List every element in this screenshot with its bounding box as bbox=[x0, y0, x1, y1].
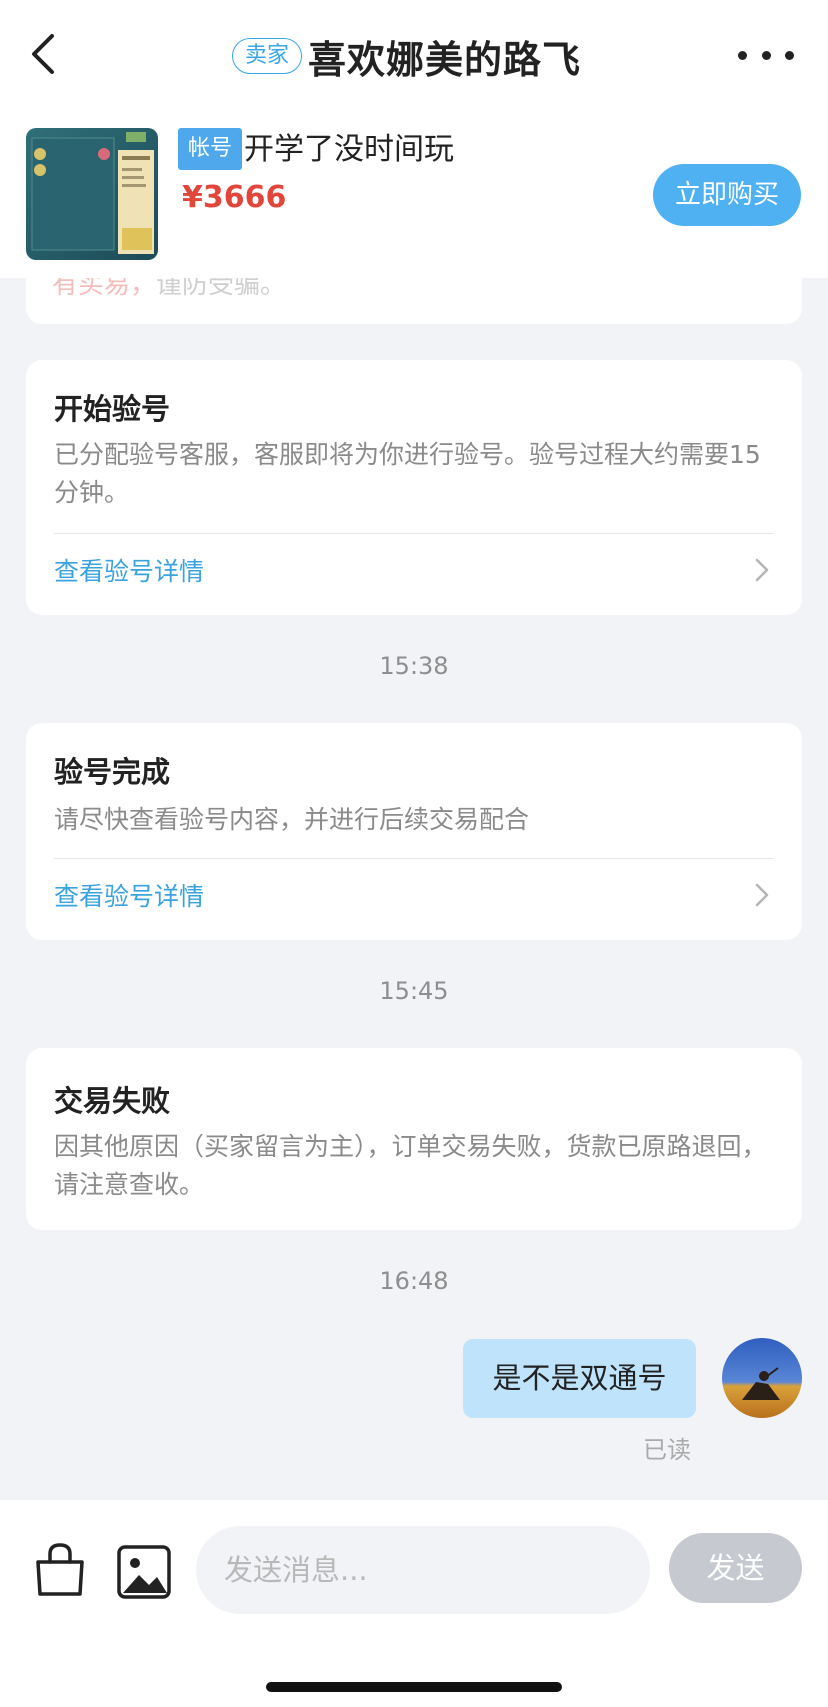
view-check-details-link[interactable]: 查看验号详情 bbox=[54, 552, 204, 588]
product-price: ¥3666 bbox=[182, 180, 287, 215]
message-timestamp: 15:45 bbox=[379, 977, 449, 1005]
card-title: 交易失败 bbox=[54, 1084, 171, 1118]
message-input[interactable] bbox=[196, 1526, 650, 1614]
product-bar[interactable]: 帐号 开学了没时间玩 ¥3666 立即购买 bbox=[0, 110, 828, 278]
message-card: 交易失败 因其他原因（买家留言为主），订单交易失败，货款已原路退回，请注意查收。 bbox=[26, 1048, 802, 1230]
seller-badge: 卖家 bbox=[232, 38, 303, 74]
avatar[interactable] bbox=[722, 1338, 802, 1418]
product-title: 开学了没时间玩 bbox=[244, 132, 454, 167]
read-status: 已读 bbox=[643, 1436, 691, 1464]
chat-header: 卖家 喜欢娜美的路飞 bbox=[0, 0, 828, 110]
message-timestamp: 15:38 bbox=[379, 652, 449, 680]
message-timestamp: 16:48 bbox=[379, 1267, 449, 1295]
chevron-right-icon[interactable] bbox=[752, 555, 772, 585]
card-description: 请尽快查看验号内容，并进行后续交易配合 bbox=[54, 805, 530, 834]
message-card: 验号完成 请尽快查看验号内容，并进行后续交易配合 查看验号详情 bbox=[26, 723, 802, 940]
more-icon[interactable] bbox=[738, 38, 794, 72]
view-check-details-link[interactable]: 查看验号详情 bbox=[54, 877, 204, 913]
back-icon[interactable] bbox=[24, 30, 64, 78]
card-title: 验号完成 bbox=[54, 755, 171, 789]
input-bar: 发送 bbox=[0, 1500, 828, 1707]
sent-message-bubble[interactable]: 是不是双通号 bbox=[463, 1339, 696, 1418]
chat-title: 喜欢娜美的路飞 bbox=[308, 37, 582, 82]
message-card: 开始验号 已分配验号客服，客服即将为你进行验号。验号过程大约需要15分钟。 查看… bbox=[26, 360, 802, 615]
home-indicator bbox=[266, 1682, 562, 1692]
card-title: 开始验号 bbox=[54, 392, 171, 426]
buy-now-button[interactable]: 立即购买 bbox=[653, 164, 801, 226]
product-thumbnail[interactable] bbox=[26, 128, 158, 260]
card-divider bbox=[54, 858, 774, 859]
send-button[interactable]: 发送 bbox=[669, 1533, 802, 1603]
card-description: 已分配验号客服，客服即将为你进行验号。验号过程大约需要15分钟。 bbox=[54, 440, 761, 507]
shopping-bag-icon[interactable] bbox=[30, 1540, 90, 1600]
chat-title-group: 卖家 喜欢娜美的路飞 bbox=[232, 28, 581, 84]
image-icon[interactable] bbox=[115, 1543, 173, 1601]
account-badge: 帐号 bbox=[178, 128, 243, 170]
chevron-right-icon[interactable] bbox=[752, 880, 772, 910]
card-description: 因其他原因（买家留言为主），订单交易失败，货款已原路退回，请注意查收。 bbox=[54, 1132, 767, 1199]
card-divider bbox=[54, 533, 774, 534]
